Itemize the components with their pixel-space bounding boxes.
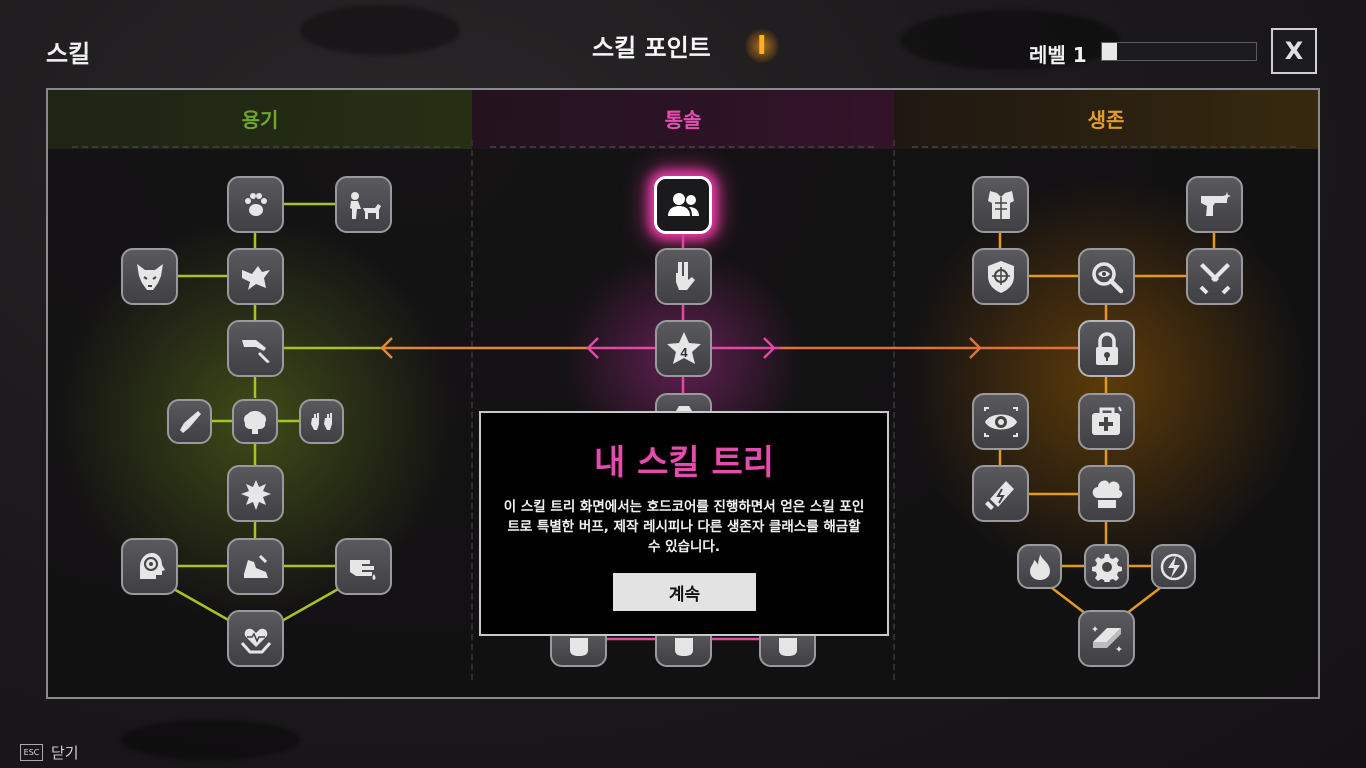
group-icon bbox=[668, 193, 699, 216]
dialog-title: 내 스킬 트리 bbox=[593, 443, 775, 483]
lock-icon bbox=[1095, 331, 1118, 365]
skill-node-dog-handler[interactable] bbox=[335, 176, 392, 233]
armor-icon bbox=[987, 190, 1014, 219]
backpack-icon bbox=[778, 637, 797, 656]
star-counter-icon: 4 bbox=[666, 331, 701, 364]
skill-node-paw[interactable] bbox=[227, 176, 284, 233]
backpack-icon bbox=[674, 637, 693, 656]
lightning-icon bbox=[1160, 553, 1187, 580]
skill-node-dove[interactable] bbox=[227, 248, 284, 305]
running-shoe-icon bbox=[243, 554, 268, 578]
dripping-hand-icon bbox=[349, 559, 375, 580]
chef-hat-icon bbox=[1092, 479, 1122, 508]
search-icon bbox=[1091, 261, 1123, 293]
explosion-brain-icon bbox=[240, 479, 271, 510]
mind-target-icon bbox=[139, 552, 165, 579]
medkit-icon bbox=[1091, 406, 1122, 435]
knife-hand-icon bbox=[241, 339, 270, 363]
continue-button[interactable]: 계속 bbox=[613, 573, 756, 611]
dialog-body-line-2: 트로 특별한 버프, 제작 레시피나 다른 생존자 클래스를 해금할 bbox=[507, 519, 861, 535]
skill-node-star-counter[interactable]: 4 bbox=[655, 320, 712, 377]
skill-node-heart-hands[interactable] bbox=[227, 610, 284, 667]
skill-node-mind-target[interactable] bbox=[121, 538, 178, 595]
skill-node-gear[interactable] bbox=[1084, 544, 1129, 589]
eye-icon bbox=[983, 406, 1018, 437]
skill-node-swords[interactable] bbox=[1186, 248, 1243, 305]
skill-node-eye[interactable] bbox=[972, 393, 1029, 450]
star-counter-value: 4 bbox=[680, 345, 688, 360]
peace-hand-icon bbox=[675, 261, 695, 290]
skill-node-medkit[interactable] bbox=[1078, 393, 1135, 450]
close-hint-label: 닫기 bbox=[51, 744, 79, 762]
skill-node-battery[interactable] bbox=[972, 465, 1029, 522]
skill-node-metal-bar[interactable] bbox=[1078, 610, 1135, 667]
wolf-icon bbox=[136, 263, 163, 290]
heart-hands-icon bbox=[240, 628, 271, 653]
footer-hint[interactable]: ESC 닫기 bbox=[20, 742, 79, 763]
battery-icon bbox=[984, 480, 1014, 510]
skill-node-locked[interactable] bbox=[1078, 320, 1135, 377]
dog-handler-icon bbox=[349, 191, 381, 219]
dialog-body-line-1: 이 스킬 트리 화면에서는 호드코어를 진행하면서 얻은 스킬 포인 bbox=[503, 499, 865, 515]
skill-node-explosion-brain[interactable] bbox=[227, 465, 284, 522]
gear-icon bbox=[1091, 553, 1122, 582]
skill-node-search[interactable] bbox=[1078, 248, 1135, 305]
skill-node-knife-hand[interactable] bbox=[227, 320, 284, 377]
skill-node-fire[interactable] bbox=[1017, 544, 1062, 589]
skill-node-brain[interactable] bbox=[232, 399, 278, 444]
skill-node-chef-hat[interactable] bbox=[1078, 465, 1135, 522]
skill-node-blade[interactable] bbox=[167, 399, 212, 444]
skill-node-wolf[interactable] bbox=[121, 248, 178, 305]
brain-icon bbox=[244, 410, 266, 434]
skill-node-peace-hand[interactable] bbox=[655, 248, 712, 305]
skill-node-dripping-hand[interactable] bbox=[335, 538, 392, 595]
skill-tree-intro-dialog: 내 스킬 트리 이 스킬 트리 화면에서는 호드코어를 진행하면서 얻은 스킬 … bbox=[479, 411, 889, 636]
dove-icon bbox=[241, 265, 270, 290]
skill-node-running-shoe[interactable] bbox=[227, 538, 284, 595]
skill-node-armor[interactable] bbox=[972, 176, 1029, 233]
dialog-body: 이 스킬 트리 화면에서는 호드코어를 진행하면서 얻은 스킬 포인 트로 특별… bbox=[499, 497, 869, 557]
skill-node-shield[interactable] bbox=[972, 248, 1029, 305]
backpack-icon bbox=[569, 637, 588, 656]
swords-icon bbox=[1199, 262, 1230, 294]
raised-hands-icon bbox=[310, 412, 332, 430]
paw-icon bbox=[244, 192, 267, 216]
shield-icon bbox=[987, 260, 1014, 293]
fire-icon bbox=[1029, 553, 1050, 580]
skill-node-group[interactable] bbox=[654, 176, 712, 234]
blade-icon bbox=[179, 410, 201, 433]
skill-node-lightning[interactable] bbox=[1151, 544, 1196, 589]
esc-key-icon: ESC bbox=[20, 744, 43, 761]
metal-bar-icon bbox=[1091, 625, 1122, 652]
pistol-icon bbox=[1200, 191, 1231, 216]
skill-node-raised-hands[interactable] bbox=[299, 399, 344, 444]
skill-node-pistol[interactable] bbox=[1186, 176, 1243, 233]
dialog-body-line-3: 수 있습니다. bbox=[648, 539, 720, 555]
